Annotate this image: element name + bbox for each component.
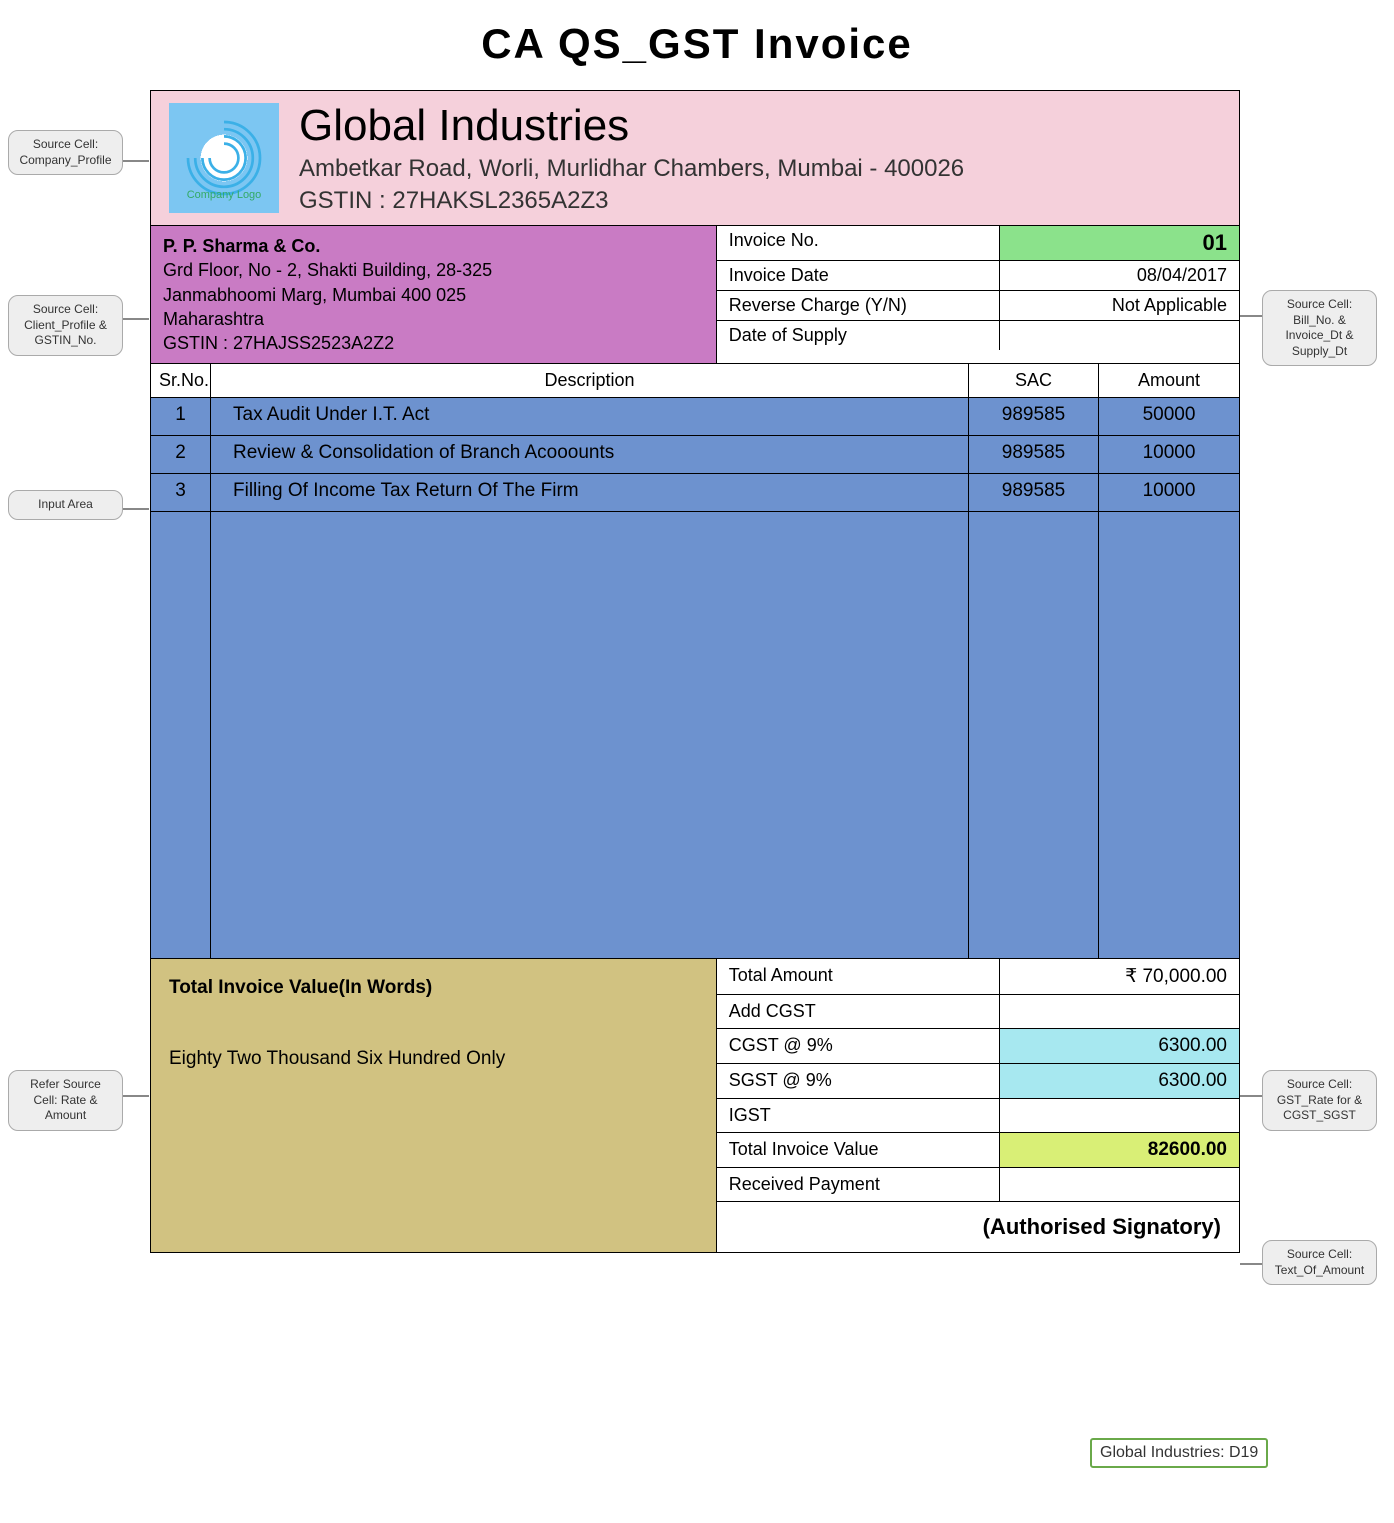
- totals-value[interactable]: [999, 995, 1239, 1028]
- callout-input-area: Input Area: [8, 490, 123, 520]
- logo-caption: Company Logo: [187, 189, 262, 201]
- totals-row: Add CGST: [717, 995, 1239, 1029]
- meta-value-invoice-no[interactable]: 01: [999, 226, 1239, 260]
- totals-label: Total Amount: [717, 959, 999, 994]
- table-body: 1 2 3 Tax Audit Under I.T. Act Review & …: [151, 398, 1239, 958]
- cell-desc[interactable]: Tax Audit Under I.T. Act: [211, 398, 968, 436]
- totals-row: SGST @ 9%6300.00: [717, 1064, 1239, 1099]
- meta-label-reverse-charge: Reverse Charge (Y/N): [717, 291, 999, 320]
- totals-label: IGST: [717, 1099, 999, 1132]
- words-label: Total Invoice Value(In Words): [169, 973, 698, 1003]
- cell-reference-box: Global Industries: D19: [1090, 1438, 1268, 1468]
- cell-sr[interactable]: 2: [151, 436, 210, 474]
- table-header: Sr.No. Description SAC Amount: [151, 364, 1239, 398]
- signature-row: (Authorised Signatory): [717, 1202, 1239, 1252]
- cell-sac[interactable]: 989585: [969, 474, 1098, 512]
- totals-value[interactable]: 6300.00: [999, 1064, 1239, 1098]
- cell-amount[interactable]: 10000: [1099, 474, 1239, 512]
- totals-value[interactable]: [999, 1099, 1239, 1132]
- amount-in-words: Total Invoice Value(In Words) Eighty Two…: [151, 959, 717, 1252]
- company-name: Global Industries: [299, 101, 964, 151]
- cell-sr[interactable]: 3: [151, 474, 210, 512]
- client-gstin: GSTIN : 27HAJSS2523A2Z2: [163, 331, 704, 355]
- invoice-container: Company Logo Global Industries Ambetkar …: [150, 90, 1240, 1253]
- cell-desc[interactable]: Filling Of Income Tax Return Of The Firm: [211, 474, 968, 512]
- client-addr1: Grd Floor, No - 2, Shakti Building, 28-3…: [163, 258, 704, 282]
- totals-row: IGST: [717, 1099, 1239, 1133]
- totals-value[interactable]: [999, 1168, 1239, 1201]
- totals-label: Add CGST: [717, 995, 999, 1028]
- totals-row: Received Payment: [717, 1168, 1239, 1202]
- totals-label: Received Payment: [717, 1168, 999, 1201]
- col-header-sac: SAC: [969, 364, 1099, 397]
- meta-label-invoice-date: Invoice Date: [717, 261, 999, 290]
- meta-value-supply-date[interactable]: [999, 321, 1239, 350]
- cell-sr[interactable]: 1: [151, 398, 210, 436]
- words-value: Eighty Two Thousand Six Hundred Only: [169, 1048, 505, 1069]
- totals-value[interactable]: 6300.00: [999, 1029, 1239, 1063]
- cell-desc[interactable]: Review & Consolidation of Branch Acoooun…: [211, 436, 968, 474]
- totals-row: Total Invoice Value82600.00: [717, 1133, 1239, 1168]
- totals-value[interactable]: 82600.00: [999, 1133, 1239, 1167]
- page-title: CA QS_GST Invoice: [0, 20, 1394, 68]
- totals-row: Total Amount₹ 70,000.00: [717, 959, 1239, 995]
- meta-value-reverse-charge[interactable]: Not Applicable: [999, 291, 1239, 320]
- meta-label-invoice-no: Invoice No.: [717, 226, 999, 260]
- cell-sac[interactable]: 989585: [969, 436, 1098, 474]
- company-logo: Company Logo: [169, 103, 279, 213]
- col-header-amount: Amount: [1099, 364, 1239, 397]
- totals-right: Total Amount₹ 70,000.00Add CGSTCGST @ 9%…: [717, 959, 1239, 1252]
- cell-sac[interactable]: 989585: [969, 398, 1098, 436]
- cell-amount[interactable]: 50000: [1099, 398, 1239, 436]
- cell-amount[interactable]: 10000: [1099, 436, 1239, 474]
- company-gstin: GSTIN : 27HAKSL2365A2Z3: [299, 187, 964, 215]
- totals-section: Total Invoice Value(In Words) Eighty Two…: [151, 958, 1239, 1252]
- totals-value[interactable]: ₹ 70,000.00: [999, 959, 1239, 994]
- signature-label: (Authorised Signatory): [717, 1202, 1239, 1252]
- callout-gst-rate: Source Cell: GST_Rate for & CGST_SGST: [1262, 1070, 1377, 1131]
- callout-client-profile: Source Cell: Client_Profile & GSTIN_No.: [8, 295, 123, 356]
- invoice-meta: Invoice No. 01 Invoice Date 08/04/2017 R…: [717, 226, 1239, 363]
- totals-row: CGST @ 9%6300.00: [717, 1029, 1239, 1064]
- meta-label-supply-date: Date of Supply: [717, 321, 999, 350]
- callout-company-profile: Source Cell: Company_Profile: [8, 130, 123, 175]
- col-header-description: Description: [211, 364, 969, 397]
- callout-refer-rate-amount: Refer Source Cell: Rate & Amount: [8, 1070, 123, 1131]
- totals-label: Total Invoice Value: [717, 1133, 999, 1167]
- col-header-srno: Sr.No.: [151, 364, 211, 397]
- callout-text-of-amount: Source Cell: Text_Of_Amount: [1262, 1240, 1377, 1285]
- totals-label: CGST @ 9%: [717, 1029, 999, 1063]
- company-address: Ambetkar Road, Worli, Murlidhar Chambers…: [299, 155, 964, 183]
- client-block: P. P. Sharma & Co. Grd Floor, No - 2, Sh…: [151, 226, 717, 363]
- totals-label: SGST @ 9%: [717, 1064, 999, 1098]
- invoice-header: Company Logo Global Industries Ambetkar …: [151, 91, 1239, 226]
- callout-billno-invoicedt: Source Cell: Bill_No. & Invoice_Dt & Sup…: [1262, 290, 1377, 366]
- client-state: Maharashtra: [163, 307, 704, 331]
- client-addr2: Janmabhoomi Marg, Mumbai 400 025: [163, 283, 704, 307]
- client-name: P. P. Sharma & Co.: [163, 234, 704, 258]
- meta-value-invoice-date[interactable]: 08/04/2017: [999, 261, 1239, 290]
